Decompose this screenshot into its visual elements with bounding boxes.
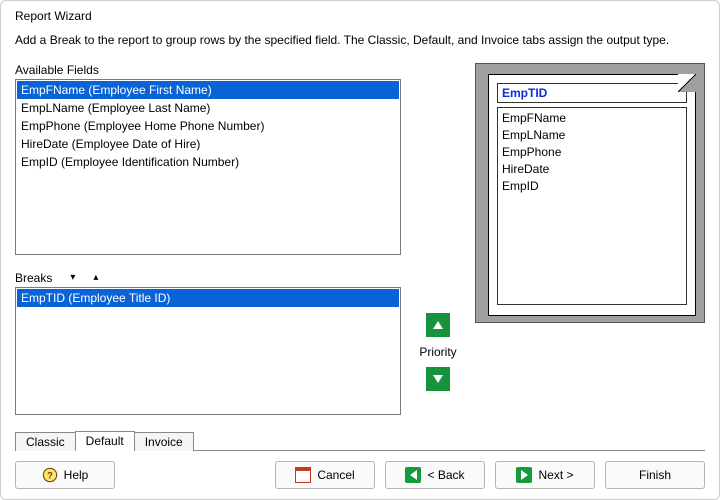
priority-label: Priority — [419, 345, 456, 359]
arrow-left-icon — [405, 467, 421, 483]
arrow-right-icon — [516, 467, 532, 483]
preview-column: EmpTID EmpFNameEmpLNameEmpPhoneHireDateE… — [475, 63, 705, 415]
preview-field: EmpID — [502, 178, 682, 195]
available-fields-label: Available Fields — [15, 63, 401, 77]
output-type-tabs: ClassicDefaultInvoice — [15, 430, 705, 451]
preview-frame: EmpTID EmpFNameEmpLNameEmpPhoneHireDateE… — [475, 63, 705, 323]
next-label: Next > — [538, 468, 573, 482]
main-content: Available Fields EmpFName (Employee Firs… — [15, 63, 705, 415]
preview-field: EmpFName — [502, 110, 682, 127]
next-button[interactable]: Next > — [495, 461, 595, 489]
tab-invoice[interactable]: Invoice — [134, 432, 194, 451]
breaks-label: Breaks — [15, 271, 52, 285]
report-wizard-window: Report Wizard Add a Break to the report … — [0, 0, 720, 500]
list-item[interactable]: EmpTID (Employee Title ID) — [17, 289, 399, 307]
list-item[interactable]: HireDate (Employee Date of Hire) — [17, 135, 399, 153]
page-description: Add a Break to the report to group rows … — [15, 33, 705, 47]
finish-label: Finish — [639, 468, 671, 482]
preview-field: EmpPhone — [502, 144, 682, 161]
preview-group-header: EmpTID — [497, 83, 687, 103]
breaks-label-row: Breaks ▾ ▴ — [15, 271, 401, 285]
cancel-button[interactable]: Cancel — [275, 461, 375, 489]
back-label: < Back — [427, 468, 464, 482]
page-fold-icon — [678, 74, 696, 92]
cancel-label: Cancel — [317, 468, 354, 482]
preview-body: EmpFNameEmpLNameEmpPhoneHireDateEmpID — [497, 107, 687, 305]
fields-column: Available Fields EmpFName (Employee Firs… — [15, 63, 401, 415]
help-label: Help — [64, 468, 89, 482]
list-item[interactable]: EmpPhone (Employee Home Phone Number) — [17, 117, 399, 135]
sort-up-icon[interactable]: ▴ — [93, 273, 98, 283]
preview-field: EmpLName — [502, 127, 682, 144]
tab-default[interactable]: Default — [75, 431, 135, 451]
list-item[interactable]: EmpLName (Employee Last Name) — [17, 99, 399, 117]
priority-down-button[interactable] — [426, 367, 450, 391]
wizard-footer: ? Help Cancel < Back Next > Finish — [15, 461, 705, 489]
list-item[interactable]: EmpFName (Employee First Name) — [17, 81, 399, 99]
preview-page: EmpTID EmpFNameEmpLNameEmpPhoneHireDateE… — [488, 74, 696, 316]
breaks-fields-list[interactable]: EmpTID (Employee Title ID) — [15, 287, 401, 415]
preview-field: HireDate — [502, 161, 682, 178]
sort-down-icon[interactable]: ▾ — [70, 273, 75, 283]
available-fields-list[interactable]: EmpFName (Employee First Name)EmpLName (… — [15, 79, 401, 255]
priority-up-button[interactable] — [426, 313, 450, 337]
list-item[interactable]: EmpID (Employee Identification Number) — [17, 153, 399, 171]
cancel-icon — [295, 467, 311, 483]
help-button[interactable]: ? Help — [15, 461, 115, 489]
help-icon: ? — [42, 467, 58, 483]
window-title: Report Wizard — [15, 9, 705, 23]
finish-button[interactable]: Finish — [605, 461, 705, 489]
svg-text:?: ? — [47, 470, 53, 480]
back-button[interactable]: < Back — [385, 461, 485, 489]
priority-column: Priority — [411, 63, 465, 415]
tab-classic[interactable]: Classic — [15, 432, 76, 451]
